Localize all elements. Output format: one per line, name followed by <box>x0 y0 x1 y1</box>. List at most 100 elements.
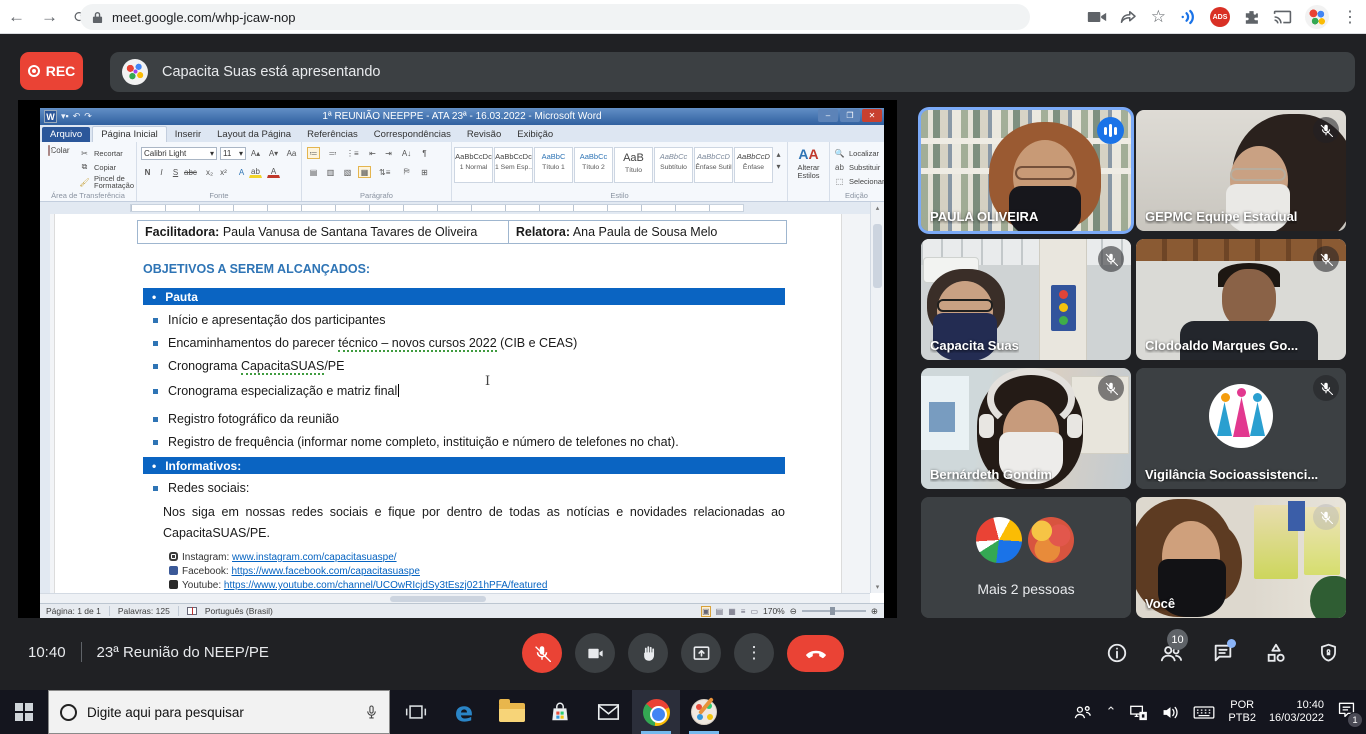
edge-icon[interactable]: e <box>440 690 488 734</box>
participant-tile-you[interactable]: Você <box>1136 497 1346 618</box>
language-status[interactable]: Português (Brasil) <box>205 606 273 616</box>
keyboard-language[interactable]: PORPTB2 <box>1228 699 1256 725</box>
fullscreen-view-icon[interactable]: ▤ <box>716 607 724 616</box>
activities-button[interactable] <box>1265 642 1287 664</box>
style-titulo1[interactable]: AaBbCTítulo 1 <box>534 147 573 183</box>
hscroll-thumb[interactable] <box>390 596 486 602</box>
tab-correspondencias[interactable]: Correspondências <box>366 127 459 142</box>
format-painter-button[interactable]: 🖌Pincel de Formatação <box>78 175 136 189</box>
style-titulo2[interactable]: AaBbCcTítulo 2 <box>574 147 613 183</box>
minimize-button[interactable]: – <box>818 109 838 122</box>
search-mic-icon[interactable] <box>365 704 378 721</box>
profile-avatar[interactable] <box>1305 5 1329 29</box>
increase-indent-button[interactable]: ⇥ <box>382 147 395 159</box>
host-controls-button[interactable] <box>1318 642 1340 664</box>
tab-exibicao[interactable]: Exibição <box>509 127 561 142</box>
tray-expand-icon[interactable]: ⌃ <box>1106 704 1117 720</box>
paste-button[interactable]: Colar <box>44 146 74 155</box>
styles-scroll-up-icon[interactable]: ▴ <box>772 148 785 160</box>
underline-button[interactable]: S <box>169 166 182 178</box>
italic-button[interactable]: I <box>155 166 168 178</box>
shading-button[interactable]: ⛿ <box>400 166 413 178</box>
scrollbar-thumb[interactable] <box>873 224 882 288</box>
ads-extension-icon[interactable]: ADS <box>1210 7 1230 27</box>
horizontal-scrollbar[interactable] <box>40 593 870 603</box>
tab-camera-icon[interactable] <box>1087 10 1107 24</box>
save-icon[interactable]: ▾▪ <box>61 111 69 122</box>
zoom-slider-thumb[interactable] <box>830 607 835 615</box>
camera-toggle-button[interactable] <box>575 633 615 673</box>
participant-tile-capacita[interactable]: Capacita Suas <box>921 239 1131 360</box>
address-bar[interactable]: meet.google.com/whp-jcaw-nop <box>80 4 1030 30</box>
link-url[interactable]: www.instagram.com/capacitasuaspe/ <box>232 552 397 563</box>
tab-referencias[interactable]: Referências <box>299 127 366 142</box>
borders-button[interactable]: ⊞ <box>418 166 431 178</box>
more-options-button[interactable]: ⋮ <box>734 633 774 673</box>
zoom-out-icon[interactable]: ⊖ <box>790 606 797 617</box>
spellcheck-icon[interactable] <box>187 607 197 615</box>
style-subtitulo[interactable]: AaBbCcSubtítulo <box>654 147 693 183</box>
zoom-slider[interactable] <box>802 610 866 612</box>
network-icon[interactable] <box>1129 704 1148 721</box>
align-right-button[interactable]: ▧ <box>341 166 354 178</box>
text-effects-button[interactable]: A <box>235 166 248 178</box>
style-normal[interactable]: AaBbCcDc1 Normal <box>454 147 493 183</box>
tab-arquivo[interactable]: Arquivo <box>42 127 90 142</box>
close-button[interactable]: ✕ <box>862 109 882 122</box>
share-icon[interactable] <box>1120 9 1138 25</box>
font-family-select[interactable]: Calibri Light▾ <box>141 147 217 160</box>
present-screen-button[interactable] <box>681 633 721 673</box>
leave-call-button[interactable] <box>787 635 844 672</box>
change-case-button[interactable]: Aa <box>285 147 298 159</box>
select-button[interactable]: ⬚Selecionar <box>833 175 884 187</box>
zoom-value[interactable]: 170% <box>763 606 785 616</box>
align-center-button[interactable]: ▥ <box>324 166 337 178</box>
bookmark-star-icon[interactable]: ☆ <box>1151 7 1166 27</box>
participants-button[interactable]: 10 <box>1159 642 1181 664</box>
horizontal-ruler[interactable] <box>40 202 870 214</box>
grow-font-button[interactable]: A▴ <box>249 147 262 159</box>
word-count[interactable]: Palavras: 125 <box>118 606 170 616</box>
subscript-button[interactable]: x₂ <box>203 166 216 178</box>
strikethrough-button[interactable]: abc <box>183 166 198 178</box>
tab-layout[interactable]: Layout da Página <box>209 127 299 142</box>
microsoft-store-icon[interactable] <box>536 690 584 734</box>
line-spacing-button[interactable]: ⇅≡ <box>378 166 391 178</box>
keyboard-icon[interactable] <box>1193 705 1215 720</box>
participant-tile-clodoaldo[interactable]: Clodoaldo Marques Go... <box>1136 239 1346 360</box>
cut-button[interactable]: ✂Recortar <box>78 147 123 159</box>
link-url[interactable]: https://www.youtube.com/channel/UCOwRIcj… <box>224 580 548 591</box>
find-button[interactable]: 🔍Localizar <box>833 147 879 159</box>
task-view-button[interactable] <box>392 690 440 734</box>
raise-hand-button[interactable] <box>628 633 668 673</box>
participant-tile-vigilancia[interactable]: Vigilância Socioassistenci... <box>1136 368 1346 489</box>
font-color-button[interactable]: A <box>267 166 280 178</box>
style-sem-espaco[interactable]: AaBbCcDc1 Sem Esp... <box>494 147 533 183</box>
start-button[interactable] <box>0 690 48 734</box>
meeting-details-button[interactable] <box>1106 642 1128 664</box>
paint3d-icon[interactable] <box>680 690 728 734</box>
clock[interactable]: 10:4016/03/2022 <box>1269 699 1324 725</box>
tray-people-icon[interactable] <box>1073 703 1093 721</box>
participant-tile-paula[interactable]: PAULA OLIVEIRA <box>921 110 1131 231</box>
font-size-select[interactable]: 11▾ <box>220 147 246 160</box>
decrease-indent-button[interactable]: ⇤ <box>366 147 379 159</box>
chat-button[interactable] <box>1212 642 1234 664</box>
bullets-button[interactable]: ≔ <box>307 147 320 159</box>
browser-menu-icon[interactable]: ⋮ <box>1342 7 1358 27</box>
participant-tile-gepmc[interactable]: GEPMC Equipe Estadual <box>1136 110 1346 231</box>
copy-button[interactable]: ⧉Copiar <box>78 161 116 173</box>
document-page[interactable]: Facilitadora: Paula Vanusa de Santana Ta… <box>54 214 842 593</box>
print-layout-view-icon[interactable]: ▣ <box>701 606 711 617</box>
style-enfase[interactable]: AaBbCcDÊnfase <box>734 147 773 183</box>
numbering-button[interactable]: ≕ <box>326 147 339 159</box>
scroll-down-icon[interactable]: ▾ <box>871 583 884 591</box>
sort-button[interactable]: A↓ <box>400 147 413 159</box>
multilevel-list-button[interactable]: ⋮≡ <box>345 147 360 159</box>
align-left-button[interactable]: ▤ <box>307 166 320 178</box>
link-url[interactable]: https://www.facebook.com/capacitasuaspe <box>231 566 419 577</box>
outline-view-icon[interactable]: ≡ <box>741 607 746 616</box>
tab-pagina-inicial[interactable]: Página Inicial <box>92 126 167 142</box>
overflow-tile-more-people[interactable]: Mais 2 pessoas <box>921 497 1131 618</box>
mic-toggle-button[interactable] <box>522 633 562 673</box>
